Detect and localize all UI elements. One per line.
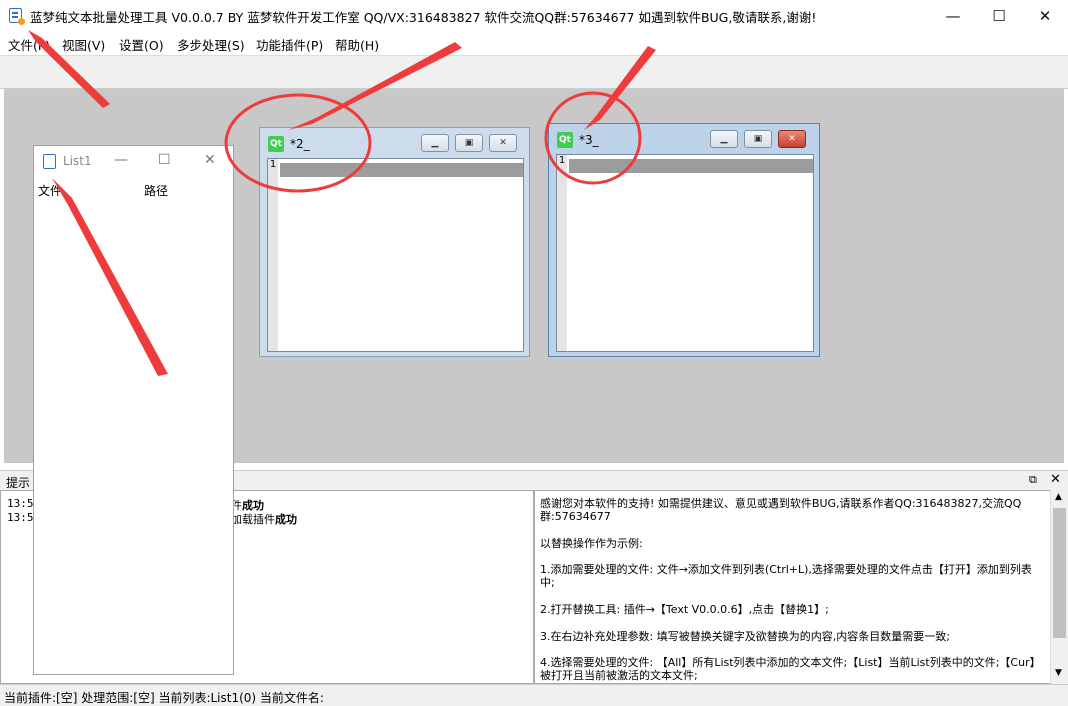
menu-settings[interactable]: 设置(O)	[119, 35, 164, 54]
subwindow-titlebar[interactable]: Qt *2_ ▁ ▣ ✕	[260, 128, 529, 154]
column-file[interactable]: 文件	[38, 182, 62, 199]
menu-multistep[interactable]: 多步处理(S)	[177, 35, 245, 54]
help-paragraph: 3.在右边补充处理参数: 填写被替换关键字及欲替换为的内容,内容条目数量需要一致…	[540, 630, 950, 643]
log-time: 13:5	[7, 497, 34, 510]
help-paragraph: 1.添加需要处理的文件: 文件→添加文件到列表(Ctrl+L),选择需要处理的文…	[540, 563, 1032, 589]
menu-help[interactable]: 帮助(H)	[335, 35, 379, 54]
subwindow-title: *2_	[290, 137, 310, 151]
list-minimize-button[interactable]: —	[114, 152, 128, 168]
app-icon	[9, 8, 25, 25]
help-scrollbar[interactable]: ▲ ▼	[1050, 490, 1068, 684]
list-window[interactable]: List1 — ☐ ✕ 文件 路径	[33, 145, 234, 675]
subwindow-2[interactable]: Qt *2_ ▁ ▣ ✕ 1	[259, 127, 530, 357]
qt-icon: Qt	[557, 132, 573, 148]
dock-float-icon[interactable]: ⧉	[1029, 473, 1037, 487]
subwindow-title: *3_	[579, 133, 599, 147]
line-number: 1	[269, 159, 277, 170]
subwindow-restore-button[interactable]: ▣	[455, 134, 483, 152]
help-paragraph: 4.选择需要处理的文件: 【All】所有List列表中添加的文本文件;【List…	[540, 656, 1041, 682]
log-line: 13:5 件成功	[7, 497, 264, 512]
status-text: 当前插件:[空] 处理范围:[空] 当前列表:List1(0) 当前文件名:	[4, 691, 324, 705]
list-window-title: List1	[63, 154, 92, 168]
current-line-highlight	[280, 163, 523, 177]
hint-label: 提示	[6, 476, 31, 490]
list-close-button[interactable]: ✕	[204, 152, 216, 168]
current-line-highlight	[569, 159, 813, 173]
line-number: 1	[558, 155, 566, 166]
subwindow-close-button[interactable]: ✕	[489, 134, 517, 152]
help-paragraph: 2.打开替换工具: 插件→【Text V0.0.0.6】,点击【替换1】;	[540, 603, 829, 616]
text-editor[interactable]: 1	[267, 158, 524, 352]
dock-close-icon[interactable]: ✕	[1050, 472, 1061, 487]
log-message: 加载插件成功	[231, 513, 297, 526]
title-bar: 蓝梦纯文本批量处理工具 V0.0.0.7 BY 蓝梦软件开发工作室 QQ/VX:…	[0, 0, 1068, 31]
menu-plugins[interactable]: 功能插件(P)	[256, 35, 323, 54]
help-pane: 感谢您对本软件的支持! 如需提供建议、意见或遇到软件BUG,请联系作者QQ:31…	[534, 490, 1052, 684]
menu-bar: 文件(F) 视图(V) 设置(O) 多步处理(S) 功能插件(P) 帮助(H)	[0, 31, 1068, 55]
menu-view[interactable]: 视图(V)	[62, 35, 105, 54]
list-maximize-button[interactable]: ☐	[158, 152, 171, 168]
line-number-gutter: 1	[557, 155, 567, 351]
list-header: 文件 路径	[34, 180, 233, 200]
scroll-down-icon[interactable]: ▼	[1055, 668, 1062, 678]
toolbar	[0, 55, 1068, 89]
column-path[interactable]: 路径	[144, 182, 168, 199]
window-title: 蓝梦纯文本批量处理工具 V0.0.0.7 BY 蓝梦软件开发工作室 QQ/VX:…	[30, 10, 817, 25]
minimize-button[interactable]: —	[930, 0, 976, 31]
menu-file[interactable]: 文件(F)	[8, 35, 50, 54]
line-number-gutter: 1	[268, 159, 278, 351]
list-window-titlebar[interactable]: List1 — ☐ ✕	[34, 146, 233, 176]
status-bar: 当前插件:[空] 处理范围:[空] 当前列表:List1(0) 当前文件名:	[0, 684, 1068, 706]
close-button[interactable]: ✕	[1022, 0, 1068, 31]
subwindow-minimize-button[interactable]: ▁	[421, 134, 449, 152]
subwindow-restore-button[interactable]: ▣	[744, 130, 772, 148]
maximize-button[interactable]: ☐	[976, 0, 1022, 31]
help-paragraph: 感谢您对本软件的支持! 如需提供建议、意见或遇到软件BUG,请联系作者QQ:31…	[540, 497, 1022, 523]
subwindow-3[interactable]: Qt *3_ ▁ ▣ ✕ 1	[548, 123, 820, 357]
scroll-up-icon[interactable]: ▲	[1055, 492, 1062, 502]
qt-icon: Qt	[268, 136, 284, 152]
subwindow-titlebar[interactable]: Qt *3_ ▁ ▣ ✕	[549, 124, 819, 150]
scroll-thumb[interactable]	[1053, 508, 1066, 638]
subwindow-close-button[interactable]: ✕	[778, 130, 806, 148]
subwindow-minimize-button[interactable]: ▁	[710, 130, 738, 148]
text-editor[interactable]: 1	[556, 154, 814, 352]
log-line: 13:5 加载插件成功	[7, 511, 297, 526]
log-time: 13:5	[7, 511, 34, 524]
help-paragraph: 以替换操作作为示例:	[540, 537, 643, 550]
list-window-icon	[43, 154, 56, 169]
